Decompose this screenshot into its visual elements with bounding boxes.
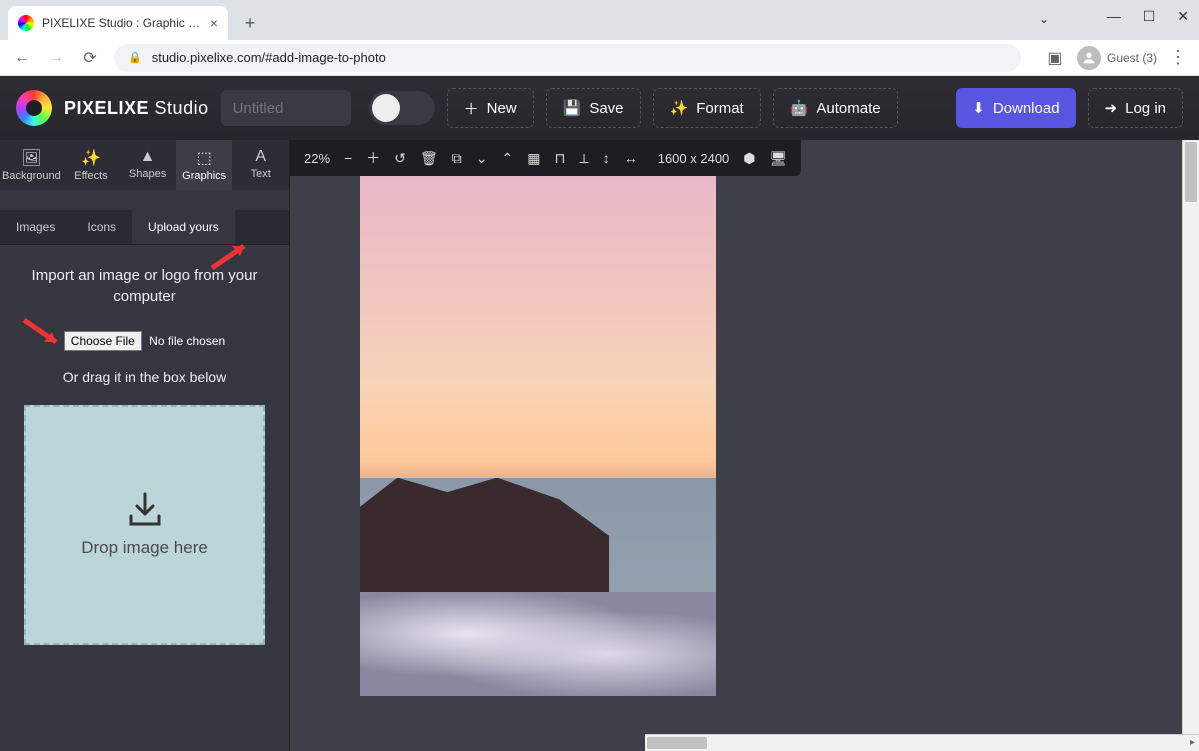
canvas-image[interactable] [360, 176, 716, 696]
theme-toggle[interactable] [369, 91, 435, 125]
tab-title: PIXELIXE Studio : Graphic Crea [42, 16, 202, 30]
brand-text: PIXELIXE Studio [64, 98, 209, 119]
image-foam [360, 592, 716, 696]
collapse-up-icon[interactable]: ⌃ [501, 150, 513, 167]
minimize-icon[interactable]: — [1107, 8, 1121, 25]
subtab-icons[interactable]: Icons [71, 210, 132, 244]
browser-tab-strip: PIXELIXE Studio : Graphic Crea × + [0, 0, 1199, 40]
new-button[interactable]: ＋New [447, 88, 534, 128]
or-drag-label: Or drag it in the box below [20, 369, 269, 385]
wand-icon: ✨ [670, 99, 689, 117]
maximize-icon[interactable]: ☐ [1143, 8, 1156, 25]
guest-label: Guest (3) [1107, 51, 1157, 65]
shapes-icon: ▲ [121, 148, 174, 166]
reload-button[interactable]: ⟳ [80, 48, 100, 68]
tab-shapes[interactable]: ▲Shapes [119, 140, 176, 190]
grid-icon[interactable]: ▦ [527, 150, 540, 167]
zoom-label: 22% [304, 151, 330, 166]
url-field[interactable]: 🔒 studio.pixelixe.com/#add-image-to-phot… [114, 44, 1021, 72]
lock-icon: 🔒 [128, 51, 142, 64]
menu-dots-icon[interactable]: ⋮ [1169, 47, 1187, 68]
app-header: PIXELIXE Studio ＋New 💾Save ✨Format 🤖Auto… [0, 76, 1199, 140]
url-text: studio.pixelixe.com/#add-image-to-photo [152, 50, 386, 65]
save-button[interactable]: 💾Save [546, 88, 641, 128]
tab-graphics[interactable]: ⬚Graphics [176, 140, 233, 190]
file-status-label: No file chosen [149, 334, 225, 348]
effects-icon: ✨ [65, 148, 118, 168]
tab-close-icon[interactable]: × [210, 15, 218, 31]
workspace: 🖼Background ✨Effects ▲Shapes ⬚Graphics A… [0, 140, 1199, 751]
left-sidebar: 🖼Background ✨Effects ▲Shapes ⬚Graphics A… [0, 140, 290, 751]
avatar-icon [1077, 46, 1101, 70]
browser-tab[interactable]: PIXELIXE Studio : Graphic Crea × [8, 6, 228, 40]
robot-icon: 🤖 [790, 99, 809, 117]
subtab-upload-yours[interactable]: Upload yours [132, 210, 235, 244]
vertical-resize-icon[interactable]: ↕ [603, 150, 610, 166]
automate-button[interactable]: 🤖Automate [773, 88, 898, 128]
undo-icon[interactable]: ↺ [394, 150, 406, 167]
favicon-icon [18, 15, 34, 31]
save-icon: 💾 [563, 99, 582, 117]
dropzone-label: Drop image here [81, 538, 208, 558]
copy-icon[interactable]: ⧉ [452, 150, 462, 167]
choose-file-button[interactable]: Choose File [64, 331, 142, 351]
profile-chip[interactable]: Guest (3) [1077, 46, 1157, 70]
dropzone[interactable]: Drop image here [24, 405, 265, 645]
canvas-vertical-scrollbar[interactable] [1182, 140, 1199, 734]
text-icon: A [234, 148, 287, 166]
graphics-icon: ⬚ [178, 148, 231, 168]
horizontal-resize-icon[interactable]: ↔ [624, 150, 638, 166]
address-bar: ← → ⟳ 🔒 studio.pixelixe.com/#add-image-t… [0, 40, 1199, 76]
panel-icon[interactable]: ▣ [1045, 48, 1065, 68]
tab-background[interactable]: 🖼Background [0, 140, 63, 190]
format-button[interactable]: ✨Format [653, 88, 761, 128]
upload-panel: Import an image or logo from your comput… [0, 245, 289, 665]
crop-icon[interactable]: ⟂ [579, 150, 588, 167]
tab-effects[interactable]: ✨Effects [63, 140, 120, 190]
monitor-icon[interactable]: 🖥 [770, 150, 788, 167]
upload-heading: Import an image or logo from your comput… [20, 265, 269, 307]
back-button[interactable]: ← [12, 49, 32, 67]
close-window-icon[interactable]: ✕ [1177, 8, 1189, 25]
plus-icon: ＋ [464, 98, 479, 119]
download-into-icon [125, 492, 165, 528]
window-controls: — ☐ ✕ [1107, 8, 1189, 25]
login-button[interactable]: ➜Log in [1088, 88, 1183, 128]
background-icon: 🖼 [2, 148, 61, 168]
canvas-area: 22% − ＋ ↺ 🗑 ⧉ ⌄ ⌃ ▦ ⊓ ⟂ ↕ ↔ 1600 x 2400 … [290, 140, 1199, 751]
zoom-out-icon[interactable]: − [344, 150, 352, 166]
subtab-images[interactable]: Images [0, 210, 71, 244]
canvas-dimensions: 1600 x 2400 [658, 151, 730, 166]
file-chooser-row: Choose File No file chosen [20, 331, 269, 351]
login-icon: ➜ [1105, 99, 1118, 117]
forward-button[interactable]: → [46, 49, 66, 67]
canvas-toolbar: 22% − ＋ ↺ 🗑 ⧉ ⌄ ⌃ ▦ ⊓ ⟂ ↕ ↔ 1600 x 2400 … [290, 140, 801, 176]
document-title-input[interactable] [221, 90, 351, 126]
trash-icon[interactable]: 🗑 [420, 150, 438, 167]
zoom-in-icon[interactable]: ＋ [366, 148, 380, 168]
new-tab-button[interactable]: + [236, 9, 264, 37]
canvas-horizontal-scrollbar[interactable]: ▸ [645, 734, 1199, 751]
cube-icon[interactable]: ⬢ [743, 150, 755, 167]
magnet-icon[interactable]: ⊓ [554, 150, 565, 167]
download-icon: ⬇ [972, 99, 985, 117]
tab-text[interactable]: AText [232, 140, 289, 190]
logo-icon [16, 90, 52, 126]
collapse-down-icon[interactable]: ⌄ [476, 150, 488, 167]
graphics-subtabs: Images Icons Upload yours [0, 210, 289, 245]
window-caret-icon[interactable]: ⌄ [1039, 12, 1049, 26]
tool-tabs: 🖼Background ✨Effects ▲Shapes ⬚Graphics A… [0, 140, 289, 190]
download-button[interactable]: ⬇Download [956, 88, 1075, 128]
